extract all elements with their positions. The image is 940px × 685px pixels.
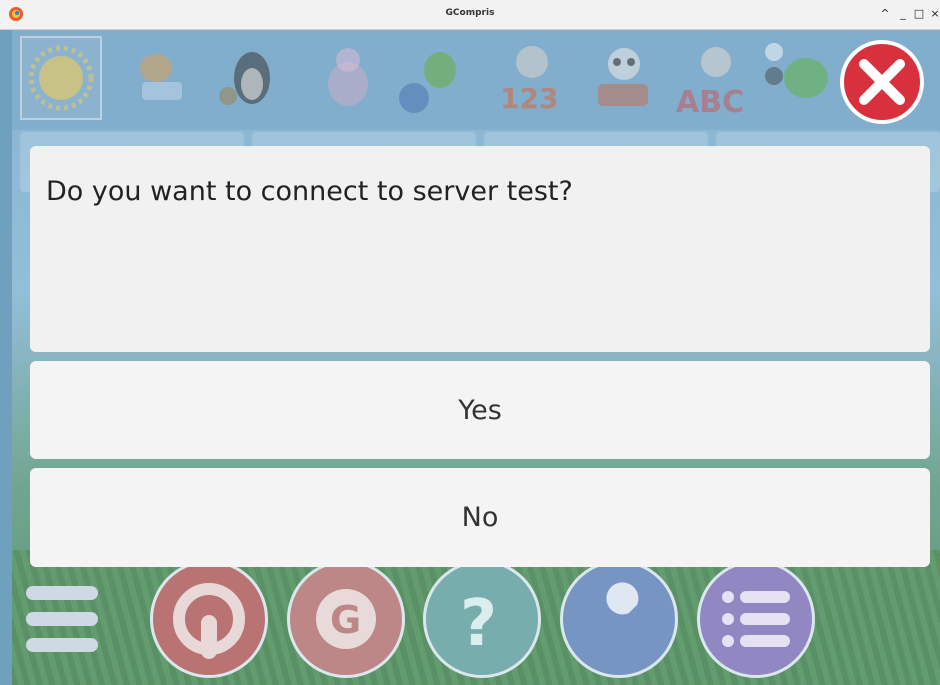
window-maximize-button[interactable]: □ [912, 6, 926, 22]
close-icon[interactable] [840, 40, 924, 124]
app-stage: 123 ABC G ? Do you want to connect to se… [12, 30, 940, 685]
window-minimize-button[interactable]: _ [896, 6, 910, 22]
no-button[interactable]: No [30, 468, 930, 567]
dialog-question: Do you want to connect to server test? [46, 176, 573, 207]
modal-overlay [12, 30, 940, 685]
window-shade-button[interactable]: ^ [878, 6, 892, 22]
dialog-message-panel: Do you want to connect to server test? [30, 146, 930, 352]
yes-button[interactable]: Yes [30, 361, 930, 459]
window-close-button[interactable]: × [928, 6, 940, 22]
window-title: GCompris [445, 8, 495, 18]
window-titlebar: GCompris ^ _ □ × [0, 0, 940, 30]
